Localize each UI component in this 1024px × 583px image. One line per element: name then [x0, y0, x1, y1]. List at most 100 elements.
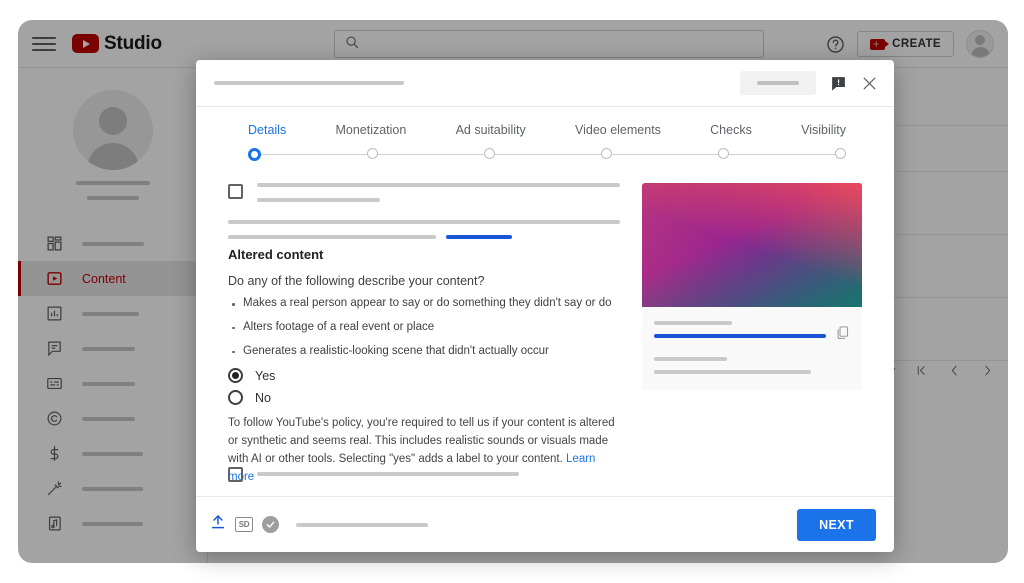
placeholder-text-line: [228, 235, 436, 239]
step-label-visibility[interactable]: Visibility: [801, 123, 846, 137]
video-preview-meta: [642, 307, 862, 390]
step-dot-video-elements[interactable]: [601, 148, 612, 159]
sidebar-item-customization[interactable]: [18, 471, 207, 506]
sidebar-item-subtitles[interactable]: [18, 366, 207, 401]
radio-yes-label: Yes: [255, 369, 275, 383]
altered-content-title: Altered content: [228, 247, 620, 262]
dialog-secondary-button[interactable]: [740, 71, 816, 95]
check-circle-icon: [262, 516, 279, 533]
dialog-secondary-button-label: [757, 81, 799, 85]
channel-summary: [18, 68, 207, 218]
sidebar-item-label: [82, 452, 143, 456]
placeholder-text-line: [257, 198, 380, 202]
placeholder-checkbox-field: [228, 183, 620, 202]
sidebar-item-label: [82, 522, 143, 526]
sidebar-item-dashboard[interactable]: [18, 226, 207, 261]
stepper-track: [248, 147, 846, 161]
upload-arrow-icon[interactable]: [210, 514, 226, 535]
channel-avatar[interactable]: [73, 90, 153, 170]
subtitles-icon: [44, 374, 64, 394]
placeholder-text-line: [257, 472, 519, 476]
sidebar-item-copyright[interactable]: [18, 401, 207, 436]
video-preview-card: [642, 183, 862, 390]
sidebar-item-earn[interactable]: [18, 436, 207, 471]
altered-content-question: Do any of the following describe your co…: [228, 274, 620, 288]
youtube-studio-logo[interactable]: Studio: [72, 33, 162, 55]
video-camera-plus-icon: [870, 39, 885, 50]
left-sidebar: Content: [18, 68, 208, 563]
sidebar-item-label: [82, 417, 135, 421]
altered-content-radio-yes[interactable]: Yes: [228, 368, 620, 383]
customization-magic-wand-icon: [44, 479, 64, 499]
chevron-right-icon[interactable]: [981, 364, 994, 377]
sidebar-item-audio-library[interactable]: [18, 506, 207, 541]
channel-handle-placeholder: [87, 196, 139, 200]
preview-label-placeholder: [654, 321, 732, 325]
audio-library-music-icon: [44, 514, 64, 534]
radio-yes-indicator[interactable]: [228, 368, 243, 383]
sidebar-nav: Content: [18, 226, 207, 541]
next-button[interactable]: NEXT: [797, 509, 876, 541]
placeholder-checkbox[interactable]: [228, 467, 243, 482]
bullet-item: Generates a realistic-looking scene that…: [228, 345, 620, 359]
upload-status-icons: SD: [210, 514, 428, 535]
preview-value-placeholder: [654, 370, 811, 374]
feedback-flag-icon[interactable]: [830, 75, 847, 92]
close-x-icon[interactable]: [861, 75, 878, 92]
sidebar-item-analytics[interactable]: [18, 296, 207, 331]
chevron-left-icon[interactable]: [948, 364, 961, 377]
app-root: Studio: [0, 0, 1024, 583]
altered-content-radio-no[interactable]: No: [228, 390, 620, 405]
earn-dollar-icon: [44, 444, 64, 464]
placeholder-paragraph: [228, 220, 620, 239]
upload-status-placeholder: [296, 523, 428, 527]
table-pagination: ny: [883, 364, 994, 377]
create-button[interactable]: CREATE: [857, 31, 954, 57]
dialog-form-column: Altered content Do any of the following …: [228, 183, 620, 496]
radio-no-label: No: [255, 391, 271, 405]
step-label-video-elements[interactable]: Video elements: [575, 123, 661, 137]
radio-no-indicator[interactable]: [228, 390, 243, 405]
search-icon: [345, 35, 359, 54]
copyright-icon: [44, 409, 64, 429]
placeholder-checkbox[interactable]: [228, 184, 243, 199]
sidebar-item-label: [82, 242, 144, 246]
placeholder-link-line[interactable]: [446, 235, 513, 239]
dashboard-icon: [44, 234, 64, 254]
step-label-checks[interactable]: Checks: [710, 123, 752, 137]
account-avatar-icon[interactable]: [966, 30, 994, 58]
sidebar-item-comments[interactable]: [18, 331, 207, 366]
bullet-item: Alters footage of a real event or place: [228, 321, 620, 335]
first-page-icon[interactable]: [915, 364, 928, 377]
step-dot-checks[interactable]: [718, 148, 729, 159]
hamburger-menu-icon[interactable]: [32, 32, 56, 56]
placeholder-bottom-checkbox-field: [228, 466, 519, 482]
analytics-bar-chart-icon: [44, 304, 64, 324]
sidebar-item-content[interactable]: Content: [18, 261, 207, 296]
policy-body: To follow YouTube's policy, you're requi…: [228, 417, 615, 465]
step-dot-monetization[interactable]: [367, 148, 378, 159]
help-circle-icon[interactable]: [826, 35, 845, 54]
copy-link-icon[interactable]: [835, 325, 850, 340]
sidebar-item-label: [82, 382, 135, 386]
step-label-details[interactable]: Details: [248, 123, 286, 137]
dialog-body: Altered content Do any of the following …: [196, 161, 894, 496]
step-label-ad-suitability[interactable]: Ad suitability: [456, 123, 526, 137]
step-label-monetization[interactable]: Monetization: [335, 123, 406, 137]
video-thumbnail[interactable]: [642, 183, 862, 307]
upload-stepper: Details Monetization Ad suitability Vide…: [196, 107, 894, 161]
search-input[interactable]: [367, 37, 753, 51]
placeholder-text-line: [257, 183, 620, 187]
search-bar[interactable]: [334, 30, 764, 58]
step-dot-details[interactable]: [248, 148, 261, 161]
preview-link-placeholder[interactable]: [654, 334, 826, 338]
brand-label: Studio: [104, 33, 162, 55]
dialog-title-placeholder: [214, 81, 404, 85]
bullet-item: Makes a real person appear to say or do …: [228, 297, 620, 311]
sidebar-item-label: Content: [82, 272, 126, 286]
step-dot-ad-suitability[interactable]: [484, 148, 495, 159]
comments-speech-bubble-icon: [44, 339, 64, 359]
step-dot-visibility[interactable]: [835, 148, 846, 159]
dialog-footer: SD NEXT: [196, 496, 894, 552]
video-upload-dialog: Details Monetization Ad suitability Vide…: [196, 60, 894, 552]
